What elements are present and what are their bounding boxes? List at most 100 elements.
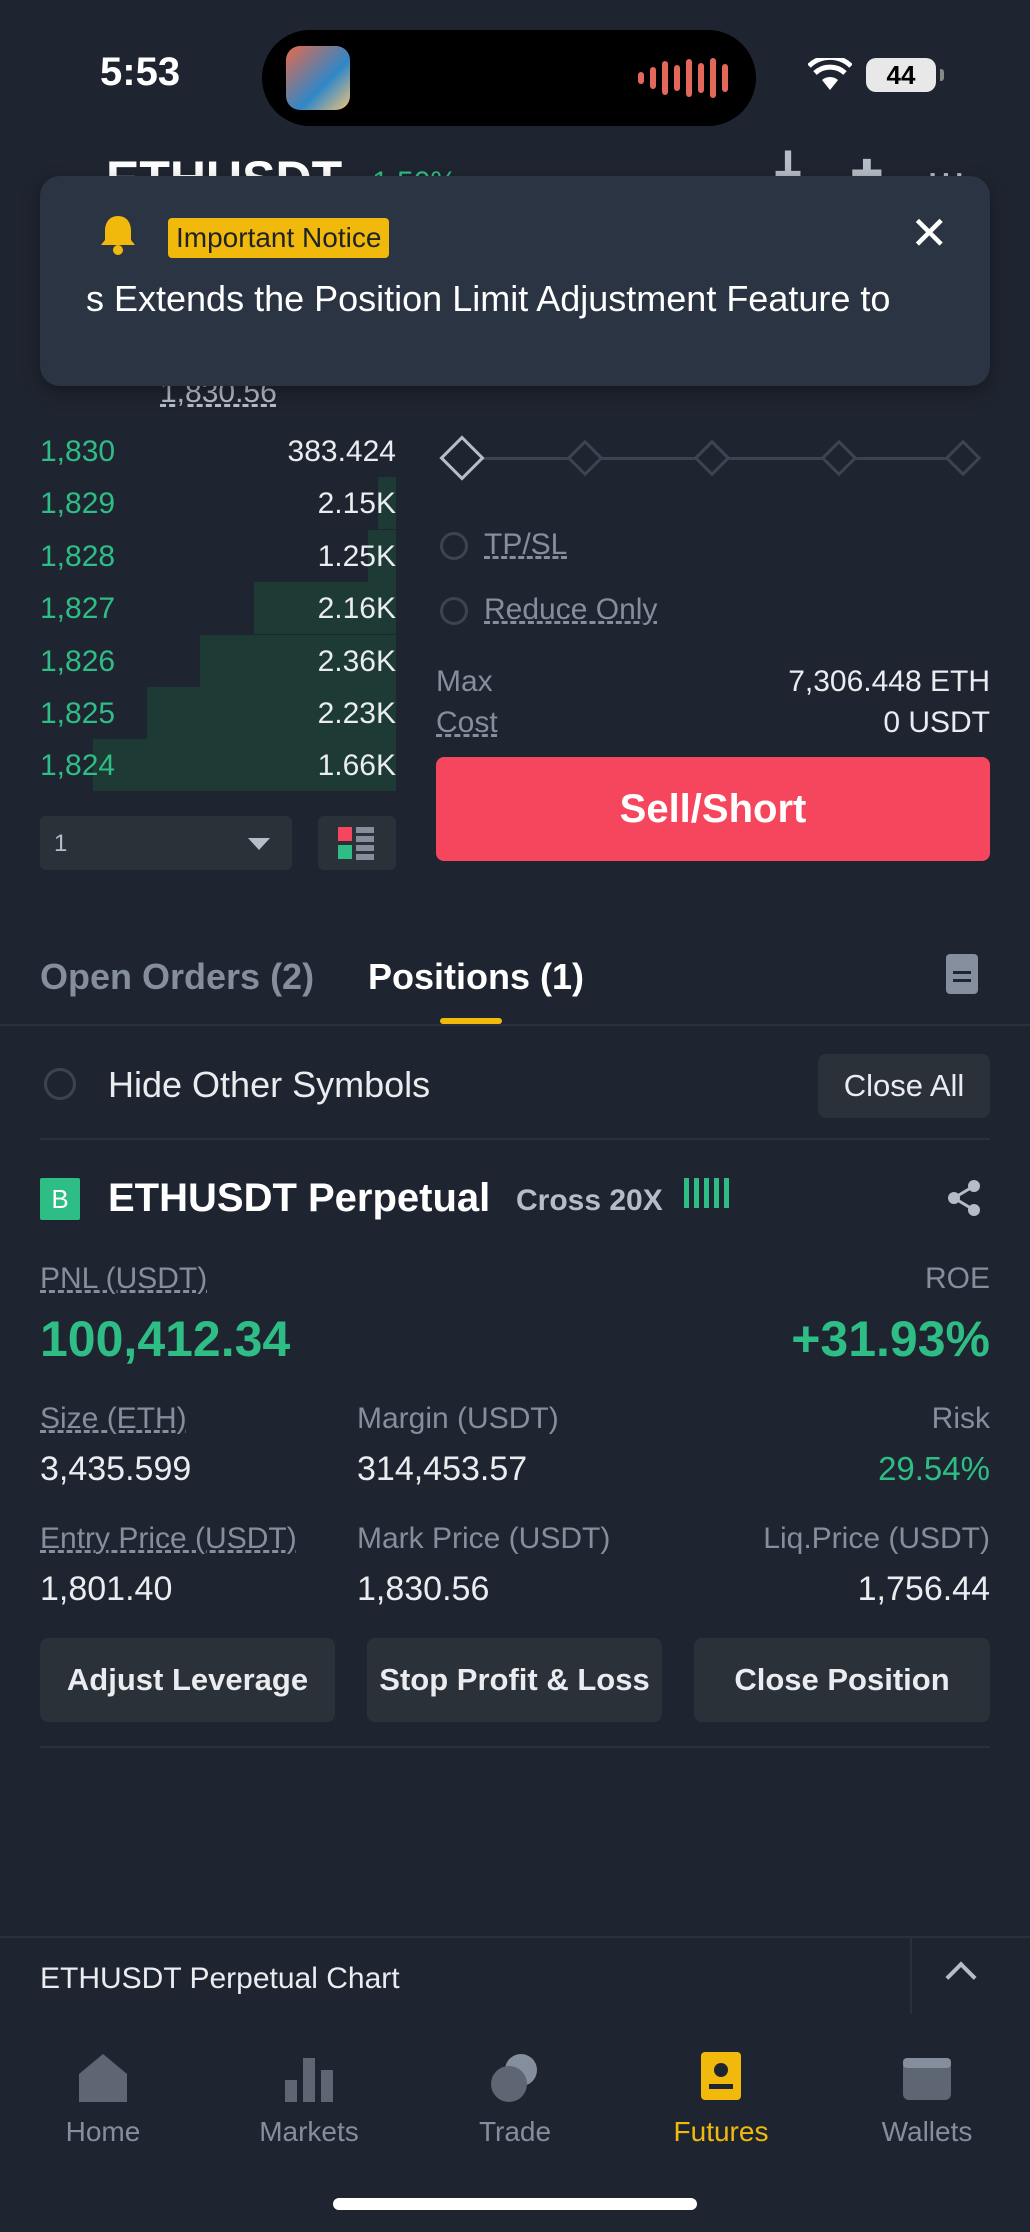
position-symbol[interactable]: ETHUSDT Perpetual (108, 1176, 490, 1221)
bid-price: 1,824 (40, 749, 116, 783)
battery-indicator: 44 (866, 58, 944, 92)
entry-price-value: 1,801.40 (40, 1570, 173, 1608)
chart-drawer[interactable]: ETHUSDT Perpetual Chart (0, 1936, 1030, 2016)
reduce-only-radio[interactable] (440, 597, 468, 625)
trade-icon (491, 2054, 537, 2102)
futures-icon (701, 2052, 741, 2100)
bid-quantity: 383.424 (287, 435, 396, 468)
close-position-button[interactable]: Close Position (694, 1638, 990, 1722)
order-book-row[interactable]: 1,827 2.16K (40, 582, 396, 635)
slider-step-25[interactable] (566, 439, 604, 477)
bid-price: 1,828 (40, 539, 116, 573)
roe-value: +31.93% (791, 1311, 990, 1367)
nav-markets[interactable]: Markets (206, 2034, 412, 2148)
liq-price-value: 1,756.44 (857, 1570, 990, 1608)
markets-icon (285, 2058, 333, 2102)
tpsl-radio[interactable] (440, 532, 468, 560)
notice-text[interactable]: s Extends the Position Limit Adjustment … (86, 278, 956, 320)
nav-markets-label: Markets (259, 2116, 359, 2147)
bid-quantity: 2.15K (317, 487, 396, 521)
bid-quantity: 2.36K (317, 644, 396, 678)
adjust-leverage-button[interactable]: Adjust Leverage (40, 1638, 335, 1722)
tpsl-label[interactable]: TP/SL (484, 528, 567, 562)
max-value: 7,306.448 ETH (788, 665, 990, 698)
order-book-view-toggle[interactable] (318, 816, 396, 870)
order-book-row[interactable]: 1,825 2.23K (40, 687, 396, 739)
order-book-row[interactable]: 1,826 2.36K (40, 634, 396, 687)
nav-trade[interactable]: Trade (412, 2034, 618, 2148)
cost-label: Cost (436, 706, 498, 739)
margin-mode: Cross 20X (516, 1184, 663, 1217)
adl-indicator-icon[interactable] (684, 1178, 729, 1208)
home-indicator (333, 2198, 697, 2210)
nav-trade-label: Trade (478, 2116, 552, 2147)
size-value: 3,435.599 (40, 1450, 192, 1488)
nav-home-label: Home (65, 2116, 141, 2147)
wallet-icon (903, 2058, 951, 2100)
bid-quantity: 1.25K (317, 539, 396, 573)
max-label: Max (436, 665, 493, 698)
bid-quantity: 1.66K (317, 749, 396, 783)
audio-waveform-icon (638, 58, 728, 98)
slider-step-75[interactable] (820, 439, 858, 477)
chart-drawer-label[interactable]: ETHUSDT Perpetual Chart (40, 1962, 400, 1996)
home-icon (79, 2054, 127, 2102)
nav-futures-label: Futures (673, 2116, 769, 2147)
sell-short-button[interactable]: Sell/Short (436, 757, 990, 861)
bid-price: 1,827 (40, 592, 116, 626)
chart-drawer-separator (910, 1938, 912, 2016)
filter-divider (40, 1138, 990, 1140)
reduce-only-label[interactable]: Reduce Only (484, 593, 657, 627)
order-book-row[interactable]: 1,824 1.66K (40, 739, 396, 792)
margin-value: 314,453.57 (357, 1450, 528, 1488)
bell-icon (101, 216, 135, 255)
bid-price: 1,826 (40, 644, 116, 678)
pnl-label: PNL (USDT) (40, 1262, 208, 1295)
nav-futures[interactable]: Futures (618, 2034, 824, 2148)
bid-price: 1,830 (40, 435, 116, 468)
card-divider (40, 1746, 990, 1748)
depth-precision-value: 1 (54, 830, 68, 857)
layout-icon (338, 827, 374, 860)
slider-step-50[interactable] (693, 439, 731, 477)
now-playing-app-icon (286, 46, 350, 110)
wifi-icon (808, 58, 852, 90)
hide-other-symbols-radio[interactable] (44, 1068, 76, 1100)
order-book-row[interactable]: 1,828 1.25K (40, 529, 396, 582)
important-notice-banner[interactable]: Important Notice ✕ s Extends the Positio… (40, 176, 990, 386)
order-book-row[interactable]: 1,829 2.15K (40, 477, 396, 530)
mark-price-value: 1,830.56 (357, 1570, 490, 1608)
document-icon[interactable] (946, 954, 978, 994)
nav-wallets-label: Wallets (881, 2116, 973, 2147)
cost-value: 0 USDT (883, 706, 990, 739)
chevron-up-icon[interactable] (945, 1961, 977, 1993)
pnl-value: 100,412.34 (40, 1311, 291, 1367)
bid-quantity: 2.16K (317, 592, 396, 626)
slider-step-100[interactable] (944, 439, 982, 477)
mark-price-label: Mark Price (USDT) (357, 1522, 611, 1555)
depth-precision-select[interactable]: 1 (40, 816, 292, 870)
tabs-divider (0, 1024, 1030, 1026)
margin-label: Margin (USDT) (357, 1402, 559, 1435)
stop-profit-loss-button[interactable]: Stop Profit & Loss (367, 1638, 662, 1722)
bid-price: 1,825 (40, 697, 116, 730)
order-book-row[interactable]: 1,830 383.424 (40, 425, 396, 477)
dynamic-island (262, 30, 756, 126)
entry-price-label: Entry Price (USDT) (40, 1522, 297, 1555)
hide-other-symbols-label[interactable]: Hide Other Symbols (108, 1064, 430, 1106)
close-icon[interactable]: ✕ (910, 206, 949, 260)
nav-home[interactable]: Home (0, 2034, 206, 2148)
size-label: Size (ETH) (40, 1402, 187, 1435)
nav-wallets[interactable]: Wallets (824, 2034, 1030, 2148)
tab-open-orders[interactable]: Open Orders (2) (40, 956, 314, 998)
liq-price-label: Liq.Price (USDT) (763, 1522, 990, 1555)
amount-slider-handle[interactable] (439, 435, 485, 481)
risk-value: 29.54% (878, 1450, 990, 1487)
bid-quantity: 2.23K (317, 697, 396, 730)
position-side-badge: B (40, 1178, 80, 1220)
caret-down-icon (248, 838, 270, 850)
share-icon[interactable] (944, 1178, 984, 1218)
tab-positions[interactable]: Positions (1) (368, 956, 584, 998)
bid-price: 1,829 (40, 487, 116, 521)
close-all-button[interactable]: Close All (818, 1054, 990, 1118)
